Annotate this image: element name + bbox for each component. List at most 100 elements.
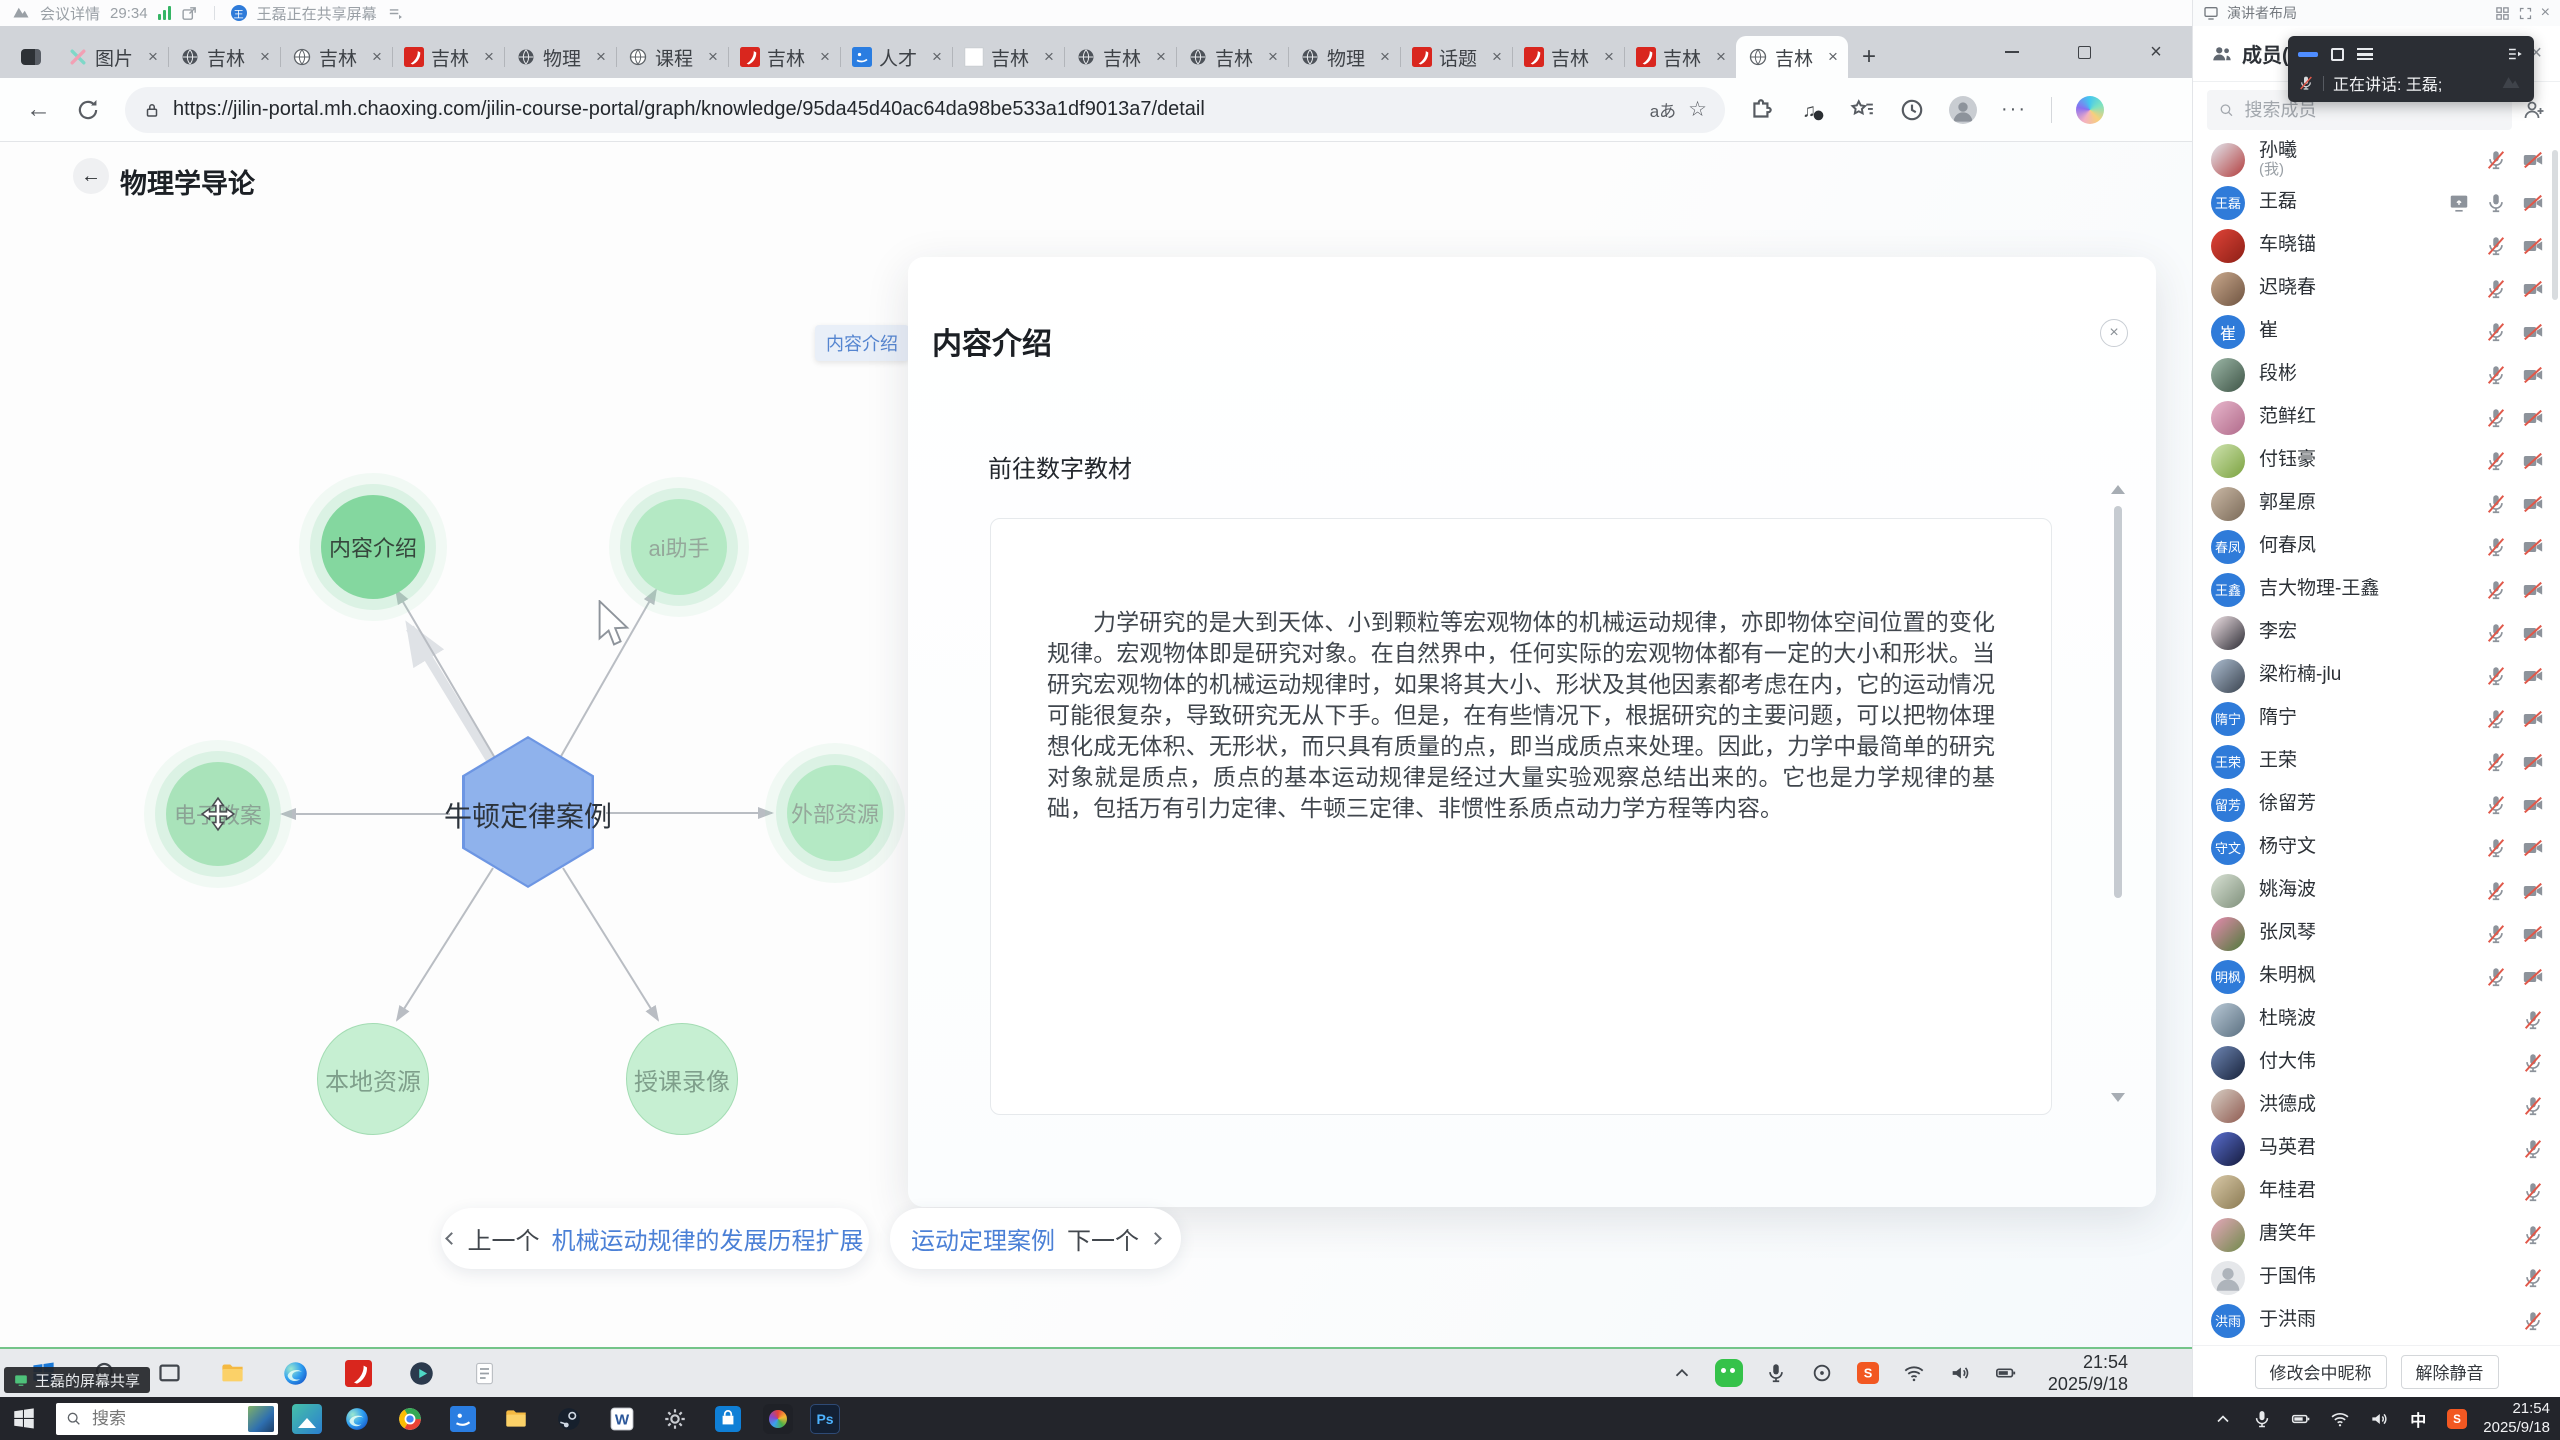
member-row[interactable]: 王磊王磊 xyxy=(2193,181,2560,224)
cam-muted-icon[interactable] xyxy=(2522,966,2544,988)
member-row[interactable]: 春凤何春凤 xyxy=(2193,525,2560,568)
close-window-icon[interactable]: × xyxy=(2541,4,2550,22)
graph-node-lecture-video[interactable]: 授课录像 xyxy=(626,1023,738,1135)
mic-muted-icon[interactable] xyxy=(2485,837,2507,859)
browser-tab[interactable]: 吉林× xyxy=(728,36,840,78)
store-icon[interactable] xyxy=(710,1401,746,1437)
search-highlight-image[interactable] xyxy=(248,1406,274,1432)
member-row[interactable]: 李宏 xyxy=(2193,611,2560,654)
cam-muted-icon[interactable] xyxy=(2522,880,2544,902)
mic-muted-icon[interactable] xyxy=(2485,708,2507,730)
mic-muted-icon[interactable] xyxy=(2485,579,2507,601)
media-icon[interactable] xyxy=(763,1404,793,1434)
cam-muted-icon[interactable] xyxy=(2522,192,2544,214)
page-back-button[interactable]: ← xyxy=(73,158,109,194)
tab-close-icon[interactable]: × xyxy=(1266,47,1280,67)
mic-muted-icon[interactable] xyxy=(2522,1181,2544,1203)
graph-node-local-resources[interactable]: 本地资源 xyxy=(317,1023,429,1135)
member-row[interactable]: 洪德成 xyxy=(2193,1084,2560,1127)
member-row[interactable]: 车晓锚 xyxy=(2193,224,2560,267)
close-button[interactable]: × xyxy=(2120,26,2192,78)
scroll-up-icon[interactable] xyxy=(2111,485,2125,494)
mic-muted-icon[interactable] xyxy=(2522,1009,2544,1031)
local-clock[interactable]: 21:54 2025/9/18 xyxy=(2483,1400,2550,1438)
mic-muted-icon[interactable] xyxy=(2522,1224,2544,1246)
mic-muted-icon[interactable] xyxy=(2485,966,2507,988)
browser-tab[interactable]: 吉林× xyxy=(1176,36,1288,78)
meeting-details-label[interactable]: 会议详情 xyxy=(40,3,100,24)
bookmark-star-icon[interactable]: ☆ xyxy=(1688,97,1707,122)
graph-node-external-resources[interactable]: 外部资源 xyxy=(787,765,883,861)
translate-icon[interactable]: aあ xyxy=(1650,97,1676,122)
panel-close-icon[interactable]: × xyxy=(2100,319,2128,347)
graph-node-content-intro[interactable]: 内容介绍 xyxy=(321,495,425,599)
wifi-icon[interactable] xyxy=(2328,1407,2352,1431)
cam-muted-icon[interactable] xyxy=(2522,751,2544,773)
mic-muted-icon[interactable] xyxy=(2485,450,2507,472)
chevron-up-icon[interactable] xyxy=(2211,1407,2235,1431)
graph-node-ai-assistant[interactable]: ai助手 xyxy=(631,499,727,595)
sogou-icon[interactable]: S xyxy=(1855,1360,1881,1386)
browser-tab[interactable]: 物理× xyxy=(504,36,616,78)
panel-scrollbar[interactable] xyxy=(2114,506,2122,898)
profile-avatar[interactable] xyxy=(1949,96,1977,124)
cam-muted-icon[interactable] xyxy=(2522,364,2544,386)
member-row[interactable]: 付钰豪 xyxy=(2193,439,2560,482)
word-icon[interactable]: W xyxy=(604,1401,640,1437)
refresh-icon[interactable] xyxy=(75,97,101,123)
browser-tab[interactable]: 人才× xyxy=(840,36,952,78)
maximize-button[interactable] xyxy=(2048,26,2120,78)
cam-muted-icon[interactable] xyxy=(2522,837,2544,859)
queue-icon[interactable] xyxy=(387,5,404,22)
member-row[interactable]: 王荣王荣 xyxy=(2193,740,2560,783)
tab-close-icon[interactable]: × xyxy=(818,47,832,67)
cam-muted-icon[interactable] xyxy=(2522,407,2544,429)
member-row[interactable]: 张凤琴 xyxy=(2193,912,2560,955)
toolbar-list-icon[interactable] xyxy=(2357,48,2373,60)
wifi-icon[interactable] xyxy=(1901,1360,1927,1386)
member-row[interactable]: 王鑫吉大物理-王鑫 xyxy=(2193,568,2560,611)
volume-icon[interactable] xyxy=(1947,1360,1973,1386)
tab-close-icon[interactable]: × xyxy=(706,47,720,67)
cam-muted-icon[interactable] xyxy=(2522,622,2544,644)
browser-tab[interactable]: 课程× xyxy=(616,36,728,78)
mic-muted-icon[interactable] xyxy=(2522,1267,2544,1289)
edge-icon[interactable] xyxy=(278,1356,312,1390)
cam-muted-icon[interactable] xyxy=(2522,149,2544,171)
url-text[interactable]: https://jilin-portal.mh.chaoxing.com/jil… xyxy=(173,98,1638,121)
tab-close-icon[interactable]: × xyxy=(1602,47,1616,67)
volume-icon[interactable] xyxy=(2367,1407,2391,1431)
microphone-icon[interactable] xyxy=(1763,1360,1789,1386)
cam-muted-icon[interactable] xyxy=(2522,665,2544,687)
member-row[interactable]: 唐笑年 xyxy=(2193,1213,2560,1256)
rename-button[interactable]: 修改会中昵称 xyxy=(2255,1355,2387,1389)
mic-muted-icon[interactable] xyxy=(2485,321,2507,343)
extensions-icon[interactable] xyxy=(1749,97,1775,123)
member-row[interactable]: 年桂君 xyxy=(2193,1170,2560,1213)
mic-muted-icon[interactable] xyxy=(2485,536,2507,558)
battery-icon[interactable] xyxy=(2289,1407,2313,1431)
toolbar-exit-icon[interactable] xyxy=(2506,45,2524,63)
task-view-icon[interactable] xyxy=(152,1356,186,1390)
edge-icon[interactable] xyxy=(339,1401,375,1437)
grid-icon[interactable] xyxy=(2495,6,2510,21)
cam-muted-icon[interactable] xyxy=(2522,708,2544,730)
browser-tab[interactable]: 吉林× xyxy=(1736,36,1848,78)
photos-icon[interactable] xyxy=(292,1404,322,1434)
settings-icon[interactable] xyxy=(657,1401,693,1437)
mic-muted-icon[interactable] xyxy=(2522,1052,2544,1074)
address-bar[interactable]: https://jilin-portal.mh.chaoxing.com/jil… xyxy=(125,87,1725,133)
browser-tab[interactable]: 吉林× xyxy=(1624,36,1736,78)
chevron-up-icon[interactable] xyxy=(1669,1360,1695,1386)
tab-close-icon[interactable]: × xyxy=(1154,47,1168,67)
new-tab-button[interactable]: + xyxy=(1854,42,1884,72)
taskbar-search-input[interactable] xyxy=(90,1408,220,1430)
browser-tab[interactable]: 吉林× xyxy=(280,36,392,78)
member-row[interactable]: 留芳徐留芳 xyxy=(2193,783,2560,826)
tray-app-icon[interactable] xyxy=(1809,1360,1835,1386)
browser-tab[interactable]: 话题× xyxy=(1400,36,1512,78)
member-row[interactable]: 郭星原 xyxy=(2193,482,2560,525)
digital-textbook-link[interactable]: 前往数字教材 xyxy=(988,449,1132,484)
scroll-down-icon[interactable] xyxy=(2111,1093,2125,1102)
cam-muted-icon[interactable] xyxy=(2522,235,2544,257)
